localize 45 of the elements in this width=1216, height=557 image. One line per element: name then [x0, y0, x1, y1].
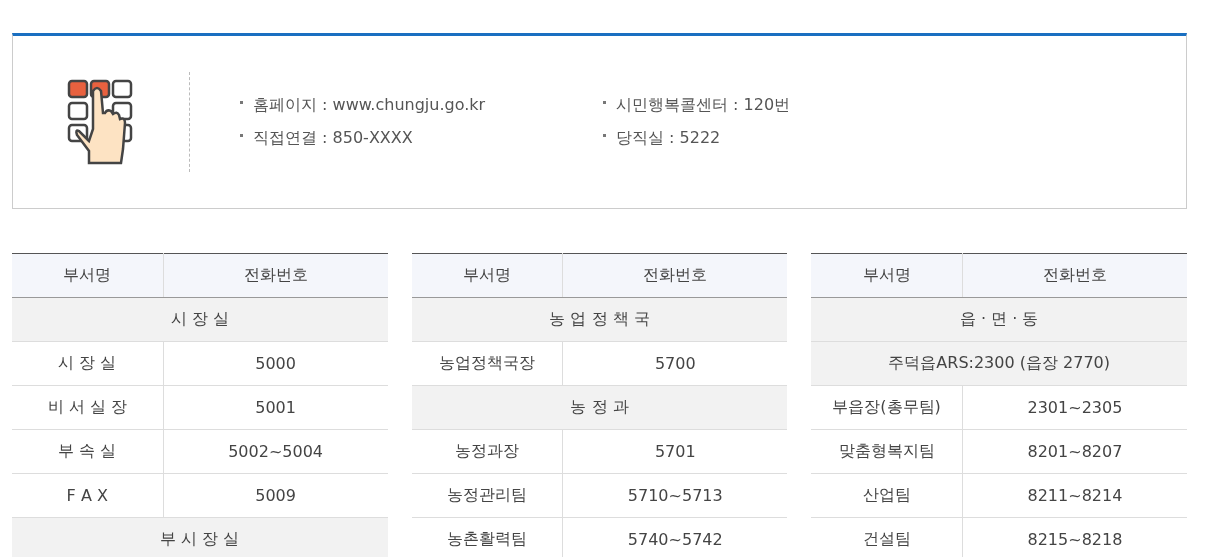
keypad-hand-icon [67, 79, 135, 165]
column-header: 부서명 [811, 253, 963, 298]
department-cell: 부읍장(총무팀) [811, 385, 963, 430]
phone-number-cell: 5710~5713 [562, 473, 788, 518]
department-cell: 비 서 실 장 [12, 385, 163, 430]
column-header: 전화번호 [562, 253, 788, 298]
bullet-icon [603, 101, 606, 104]
column-header: 전화번호 [163, 253, 388, 298]
phone-number-cell: 8211~8214 [962, 473, 1187, 518]
phone-number-cell: 5002~5004 [163, 429, 388, 474]
department-cell: 농정관리팀 [411, 473, 563, 518]
section-header-cell: 주덕읍ARS:2300 (읍장 2770) [811, 341, 1187, 386]
department-cell: 농정과장 [411, 429, 563, 474]
section-header-cell: 시 장 실 [12, 297, 388, 342]
phone-number-cell: 5740~5742 [562, 517, 788, 557]
department-cell: 부 속 실 [12, 429, 163, 474]
column-header: 부서명 [411, 253, 563, 298]
phone-number-cell: 5001 [163, 385, 388, 430]
phone-number-cell: 5009 [163, 473, 388, 518]
section-header-cell: 읍 · 면 · 동 [811, 297, 1187, 342]
department-cell: 시 장 실 [12, 341, 163, 386]
column-header: 전화번호 [962, 253, 1187, 298]
department-cell: 농업정책국장 [411, 341, 563, 386]
section-header-cell: 농 정 과 [411, 385, 788, 430]
phone-number-cell: 5000 [163, 341, 388, 386]
phone-number-cell: 8215~8218 [962, 517, 1187, 557]
bullet-icon [240, 101, 243, 104]
department-cell: 건설팀 [811, 517, 963, 557]
contact-info-text: 시민행복콜센터 : 120번 [616, 95, 791, 116]
phone-number-cell: 5700 [562, 341, 788, 386]
contact-info-text: 직접연결 : 850-XXXX [253, 128, 413, 149]
phone-number-cell: 5701 [562, 429, 788, 474]
column-header: 부서명 [12, 253, 163, 298]
department-cell: 맞춤형복지팀 [811, 429, 963, 474]
bullet-icon [603, 134, 606, 137]
department-cell: 농촌활력팀 [411, 517, 563, 557]
department-cell: F A X [12, 473, 163, 518]
contact-info-text: 홈페이지 : www.chungju.go.kr [253, 95, 486, 116]
phone-number-cell: 2301~2305 [962, 385, 1187, 430]
section-header-cell: 부 시 장 실 [12, 517, 388, 557]
bullet-icon [240, 134, 243, 137]
contact-info-text: 당직실 : 5222 [616, 128, 721, 149]
department-cell: 산업팀 [811, 473, 963, 518]
section-header-cell: 농 업 정 책 국 [411, 297, 788, 342]
phone-number-cell: 8201~8207 [962, 429, 1187, 474]
